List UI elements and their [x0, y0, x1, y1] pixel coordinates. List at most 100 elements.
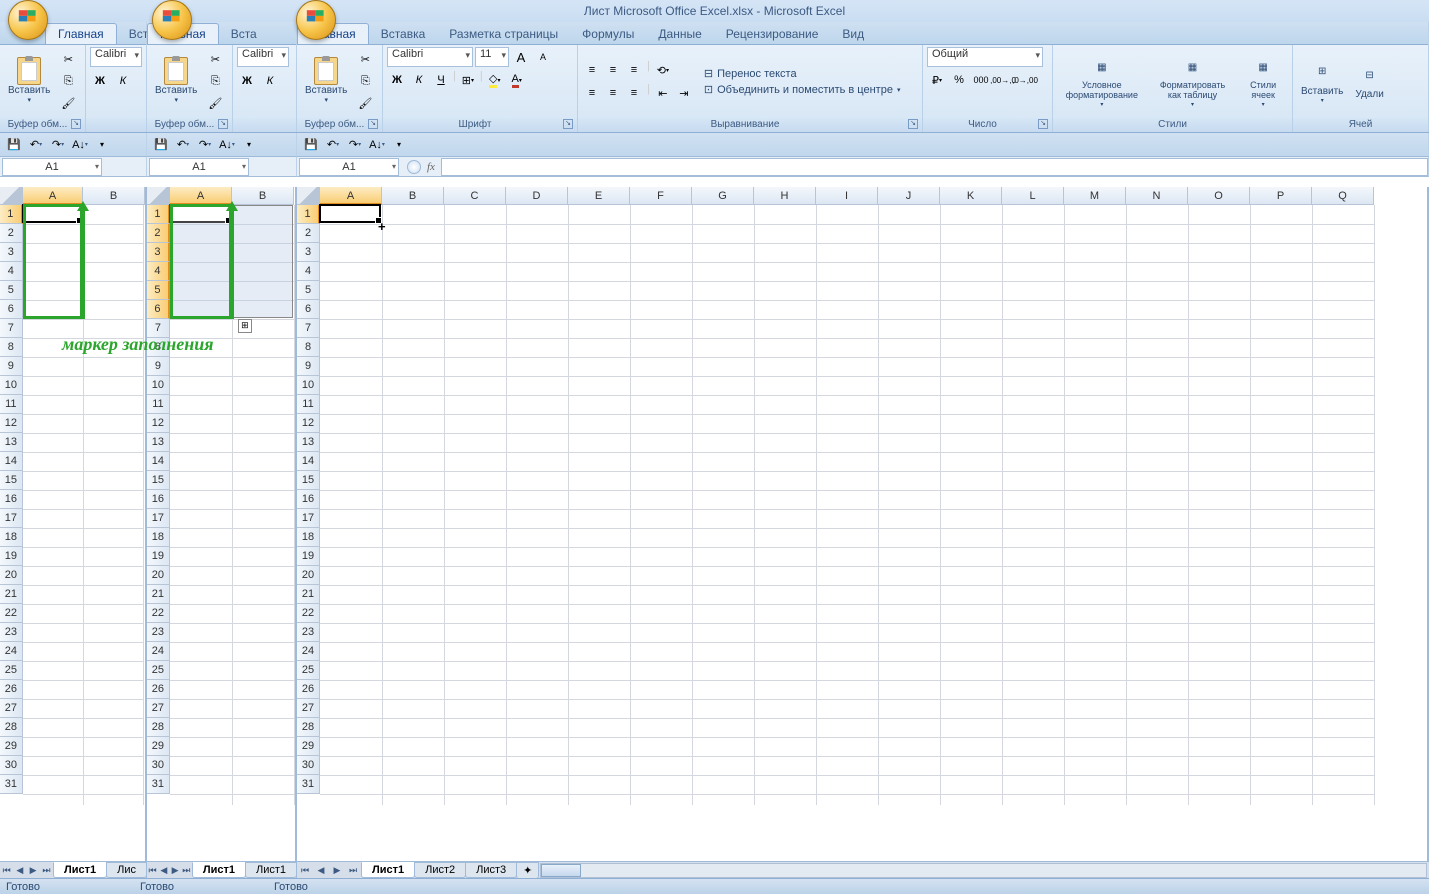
- indent-inc-icon[interactable]: ⇥: [674, 83, 694, 103]
- horizontal-scrollbar[interactable]: [540, 863, 1427, 878]
- col-header[interactable]: O: [1188, 187, 1250, 205]
- name-box[interactable]: A1: [299, 158, 399, 176]
- align-right-icon[interactable]: ≡: [624, 83, 644, 103]
- row-header[interactable]: 13: [0, 433, 23, 452]
- row-header[interactable]: 15: [297, 471, 320, 490]
- font-family-select[interactable]: Calibri: [387, 47, 473, 67]
- tab-review[interactable]: Рецензирование: [714, 24, 831, 44]
- row-header[interactable]: 5: [147, 281, 170, 300]
- undo-icon-1[interactable]: ↶▾: [26, 135, 46, 155]
- row-header[interactable]: 20: [0, 566, 23, 585]
- row-header[interactable]: 14: [0, 452, 23, 471]
- row-header[interactable]: 22: [297, 604, 320, 623]
- col-header[interactable]: J: [878, 187, 940, 205]
- row-header[interactable]: 23: [147, 623, 170, 642]
- underline-button[interactable]: Ч: [431, 70, 451, 90]
- paste-button[interactable]: Вставить▾: [301, 57, 351, 106]
- row-header[interactable]: 26: [0, 680, 23, 699]
- sheet-nav-next[interactable]: ▶: [329, 863, 345, 878]
- merge-center-button[interactable]: ⊡Объединить и поместить в центре▾: [704, 83, 901, 96]
- undo-icon-2[interactable]: ↶▾: [173, 135, 193, 155]
- copy-icon[interactable]: ⎘: [58, 72, 78, 92]
- sheet-nav-prev-1[interactable]: ◀: [13, 863, 26, 878]
- office-button-3[interactable]: [296, 0, 336, 40]
- row-header[interactable]: 30: [147, 756, 170, 775]
- sort-icon[interactable]: A↓▾: [367, 135, 387, 155]
- row-header[interactable]: 1: [147, 205, 170, 224]
- cut-icon-2[interactable]: ✂: [205, 50, 225, 70]
- undo-icon[interactable]: ↶▾: [323, 135, 343, 155]
- row-header[interactable]: 9: [147, 357, 170, 376]
- row-header[interactable]: 6: [147, 300, 170, 319]
- fill-color-icon[interactable]: ◇▾: [485, 70, 505, 90]
- bold-2[interactable]: Ж: [237, 71, 257, 91]
- row-header[interactable]: 27: [147, 699, 170, 718]
- font-size-select[interactable]: 11: [475, 47, 509, 67]
- row-header[interactable]: 17: [297, 509, 320, 528]
- row-header[interactable]: 11: [147, 395, 170, 414]
- row-header[interactable]: 3: [297, 243, 320, 262]
- name-box-2[interactable]: A1: [149, 158, 249, 176]
- row-header[interactable]: 18: [147, 528, 170, 547]
- row-header[interactable]: 4: [147, 262, 170, 281]
- row-header[interactable]: 10: [0, 376, 23, 395]
- row-header[interactable]: 25: [0, 661, 23, 680]
- font-launcher[interactable]: ↘: [563, 119, 573, 129]
- dec-decimal-icon[interactable]: ,0→,00: [1015, 70, 1035, 90]
- col-header[interactable]: I: [816, 187, 878, 205]
- cell-styles-button[interactable]: ▦Стили ячеек▾: [1240, 53, 1286, 110]
- row-header[interactable]: 11: [297, 395, 320, 414]
- percent-icon[interactable]: %: [949, 70, 969, 90]
- row-header[interactable]: 25: [147, 661, 170, 680]
- row-header[interactable]: 20: [297, 566, 320, 585]
- row-header[interactable]: 3: [147, 243, 170, 262]
- copy-icon-3[interactable]: ⎘: [355, 72, 375, 92]
- tab-insert[interactable]: Вставка: [369, 24, 438, 44]
- row-header[interactable]: 17: [147, 509, 170, 528]
- format-table-button[interactable]: ▦Форматировать как таблицу▾: [1152, 53, 1232, 110]
- row-header[interactable]: 24: [297, 642, 320, 661]
- row-header[interactable]: 27: [0, 699, 23, 718]
- col-header[interactable]: Q: [1312, 187, 1374, 205]
- align-left-icon[interactable]: ≡: [582, 83, 602, 103]
- row-header[interactable]: 13: [147, 433, 170, 452]
- copy-icon-2[interactable]: ⎘: [205, 72, 225, 92]
- new-sheet-icon[interactable]: ✦: [516, 862, 539, 879]
- sheet-tab-1b[interactable]: Лис: [106, 862, 147, 878]
- sheet-nav-prev-2[interactable]: ◀: [158, 863, 169, 878]
- align-bottom-icon[interactable]: ≡: [624, 60, 644, 80]
- sheet-nav-first-2[interactable]: ⏮: [147, 863, 158, 878]
- col-header[interactable]: N: [1126, 187, 1188, 205]
- row-header[interactable]: 2: [297, 224, 320, 243]
- row-header[interactable]: 29: [297, 737, 320, 756]
- row-header[interactable]: 4: [0, 262, 23, 281]
- font-select-1[interactable]: Calibri: [90, 47, 142, 67]
- select-all-2[interactable]: [147, 187, 170, 205]
- border-icon[interactable]: ⊞▾: [458, 70, 478, 90]
- row-header[interactable]: 2: [0, 224, 23, 243]
- cut-icon[interactable]: ✂: [58, 50, 78, 70]
- sheet-tab-2b[interactable]: Лист1: [245, 862, 297, 878]
- select-all-1[interactable]: [0, 187, 23, 205]
- row-header[interactable]: 1: [297, 205, 320, 224]
- row-header[interactable]: 14: [297, 452, 320, 471]
- row-header[interactable]: 6: [0, 300, 23, 319]
- col-header[interactable]: B: [382, 187, 444, 205]
- col-header[interactable]: A: [320, 187, 382, 205]
- row-header[interactable]: 8: [297, 338, 320, 357]
- clipboard-launcher[interactable]: ↘: [368, 119, 378, 129]
- col-header[interactable]: E: [568, 187, 630, 205]
- tab-formulas[interactable]: Формулы: [570, 24, 646, 44]
- sheet-tab-1[interactable]: Лист1: [361, 862, 415, 878]
- orientation-icon[interactable]: ⟲▾: [653, 60, 673, 80]
- row-header[interactable]: 1: [0, 205, 23, 224]
- clipboard-launcher-2[interactable]: ↘: [218, 119, 228, 129]
- row-header[interactable]: 31: [297, 775, 320, 794]
- align-center-icon[interactable]: ≡: [603, 83, 623, 103]
- redo-icon-1[interactable]: ↷▾: [48, 135, 68, 155]
- row-header[interactable]: 24: [0, 642, 23, 661]
- align-launcher[interactable]: ↘: [908, 119, 918, 129]
- sheet-tab-2[interactable]: Лист2: [414, 862, 466, 878]
- align-middle-icon[interactable]: ≡: [603, 60, 623, 80]
- indent-dec-icon[interactable]: ⇤: [653, 83, 673, 103]
